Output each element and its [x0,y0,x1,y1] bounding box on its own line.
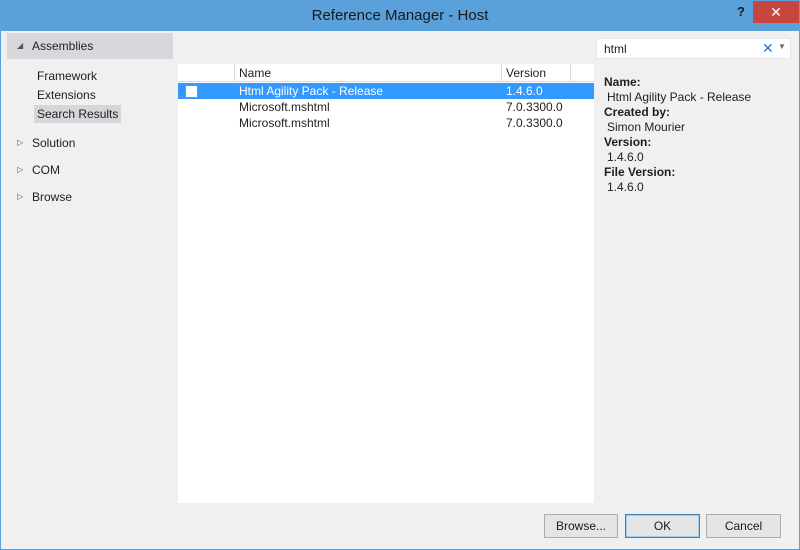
sidebar-item-assemblies[interactable]: ◢ Assemblies [7,33,173,59]
list-header: Name Version [178,64,594,82]
collapsed-triangle-icon: ▷ [17,138,24,147]
table-row[interactable]: Microsoft.mshtml 7.0.3300.0 [178,115,594,131]
ok-button[interactable]: OK [625,514,700,538]
clear-x-icon[interactable]: ✕ [762,40,774,57]
column-header-version[interactable]: Version [506,66,546,80]
column-divider[interactable] [570,64,571,82]
browse-button[interactable]: Browse... [544,514,618,538]
sidebar: ◢ Assemblies Framework Extensions Search… [7,31,177,503]
sidebar-item-label: Browse [32,190,73,204]
details-panel: Name: Html Agility Pack - Release Create… [596,64,792,503]
details-name-value: Html Agility Pack - Release [607,90,752,104]
reference-manager-window: Reference Manager - Host ? ✕ ◢ Assemblie… [0,0,800,550]
details-version-value: 1.4.6.0 [607,150,644,164]
row-name: Html Agility Pack - Release [239,84,384,98]
close-button[interactable]: ✕ [753,1,799,23]
details-version-label: Version: [604,135,652,149]
column-divider[interactable] [234,64,235,82]
sidebar-item-search-results[interactable]: Search Results [34,105,122,123]
cancel-button[interactable]: Cancel [706,514,781,538]
details-name-label: Name: [604,75,641,89]
dialog-footer: Browse... OK Cancel [1,503,799,549]
search-input-value: html [604,42,627,56]
close-icon: ✕ [770,4,782,20]
title-bar: Reference Manager - Host ? ✕ [1,1,799,31]
table-row[interactable]: Html Agility Pack - Release 1.4.6.0 [178,83,594,99]
column-divider[interactable] [501,64,502,82]
sidebar-item-label: COM [32,163,60,177]
expanded-triangle-icon: ◢ [17,41,24,50]
reference-list: Name Version Html Agility Pack - Release… [178,64,594,503]
details-file-version-value: 1.4.6.0 [607,180,644,194]
sidebar-item-solution[interactable]: ▷ Solution [7,130,173,156]
sidebar-item-com[interactable]: ▷ COM [7,157,173,183]
details-created-value: Simon Mourier [607,120,686,134]
search-input[interactable]: html ✕ ▼ [596,38,791,59]
row-name: Microsoft.mshtml [239,100,330,114]
row-version: 7.0.3300.0 [506,100,563,114]
collapsed-triangle-icon: ▷ [17,165,24,174]
details-created-label: Created by: [604,105,671,119]
sidebar-item-label: Assemblies [32,39,94,53]
column-header-name[interactable]: Name [239,66,271,80]
row-name: Microsoft.mshtml [239,116,330,130]
dropdown-arrow-icon[interactable]: ▼ [778,42,786,51]
sidebar-item-framework[interactable]: Framework [34,67,100,85]
window-title: Reference Manager - Host [311,7,489,24]
details-file-version-label: File Version: [604,165,676,179]
row-checkbox[interactable] [185,85,198,98]
row-version: 1.4.6.0 [506,84,543,98]
collapsed-triangle-icon: ▷ [17,192,24,201]
sidebar-item-browse[interactable]: ▷ Browse [7,184,173,210]
sidebar-item-extensions[interactable]: Extensions [34,86,99,104]
row-version: 7.0.3300.0 [506,116,563,130]
table-row[interactable]: Microsoft.mshtml 7.0.3300.0 [178,99,594,115]
sidebar-item-label: Solution [32,136,76,150]
